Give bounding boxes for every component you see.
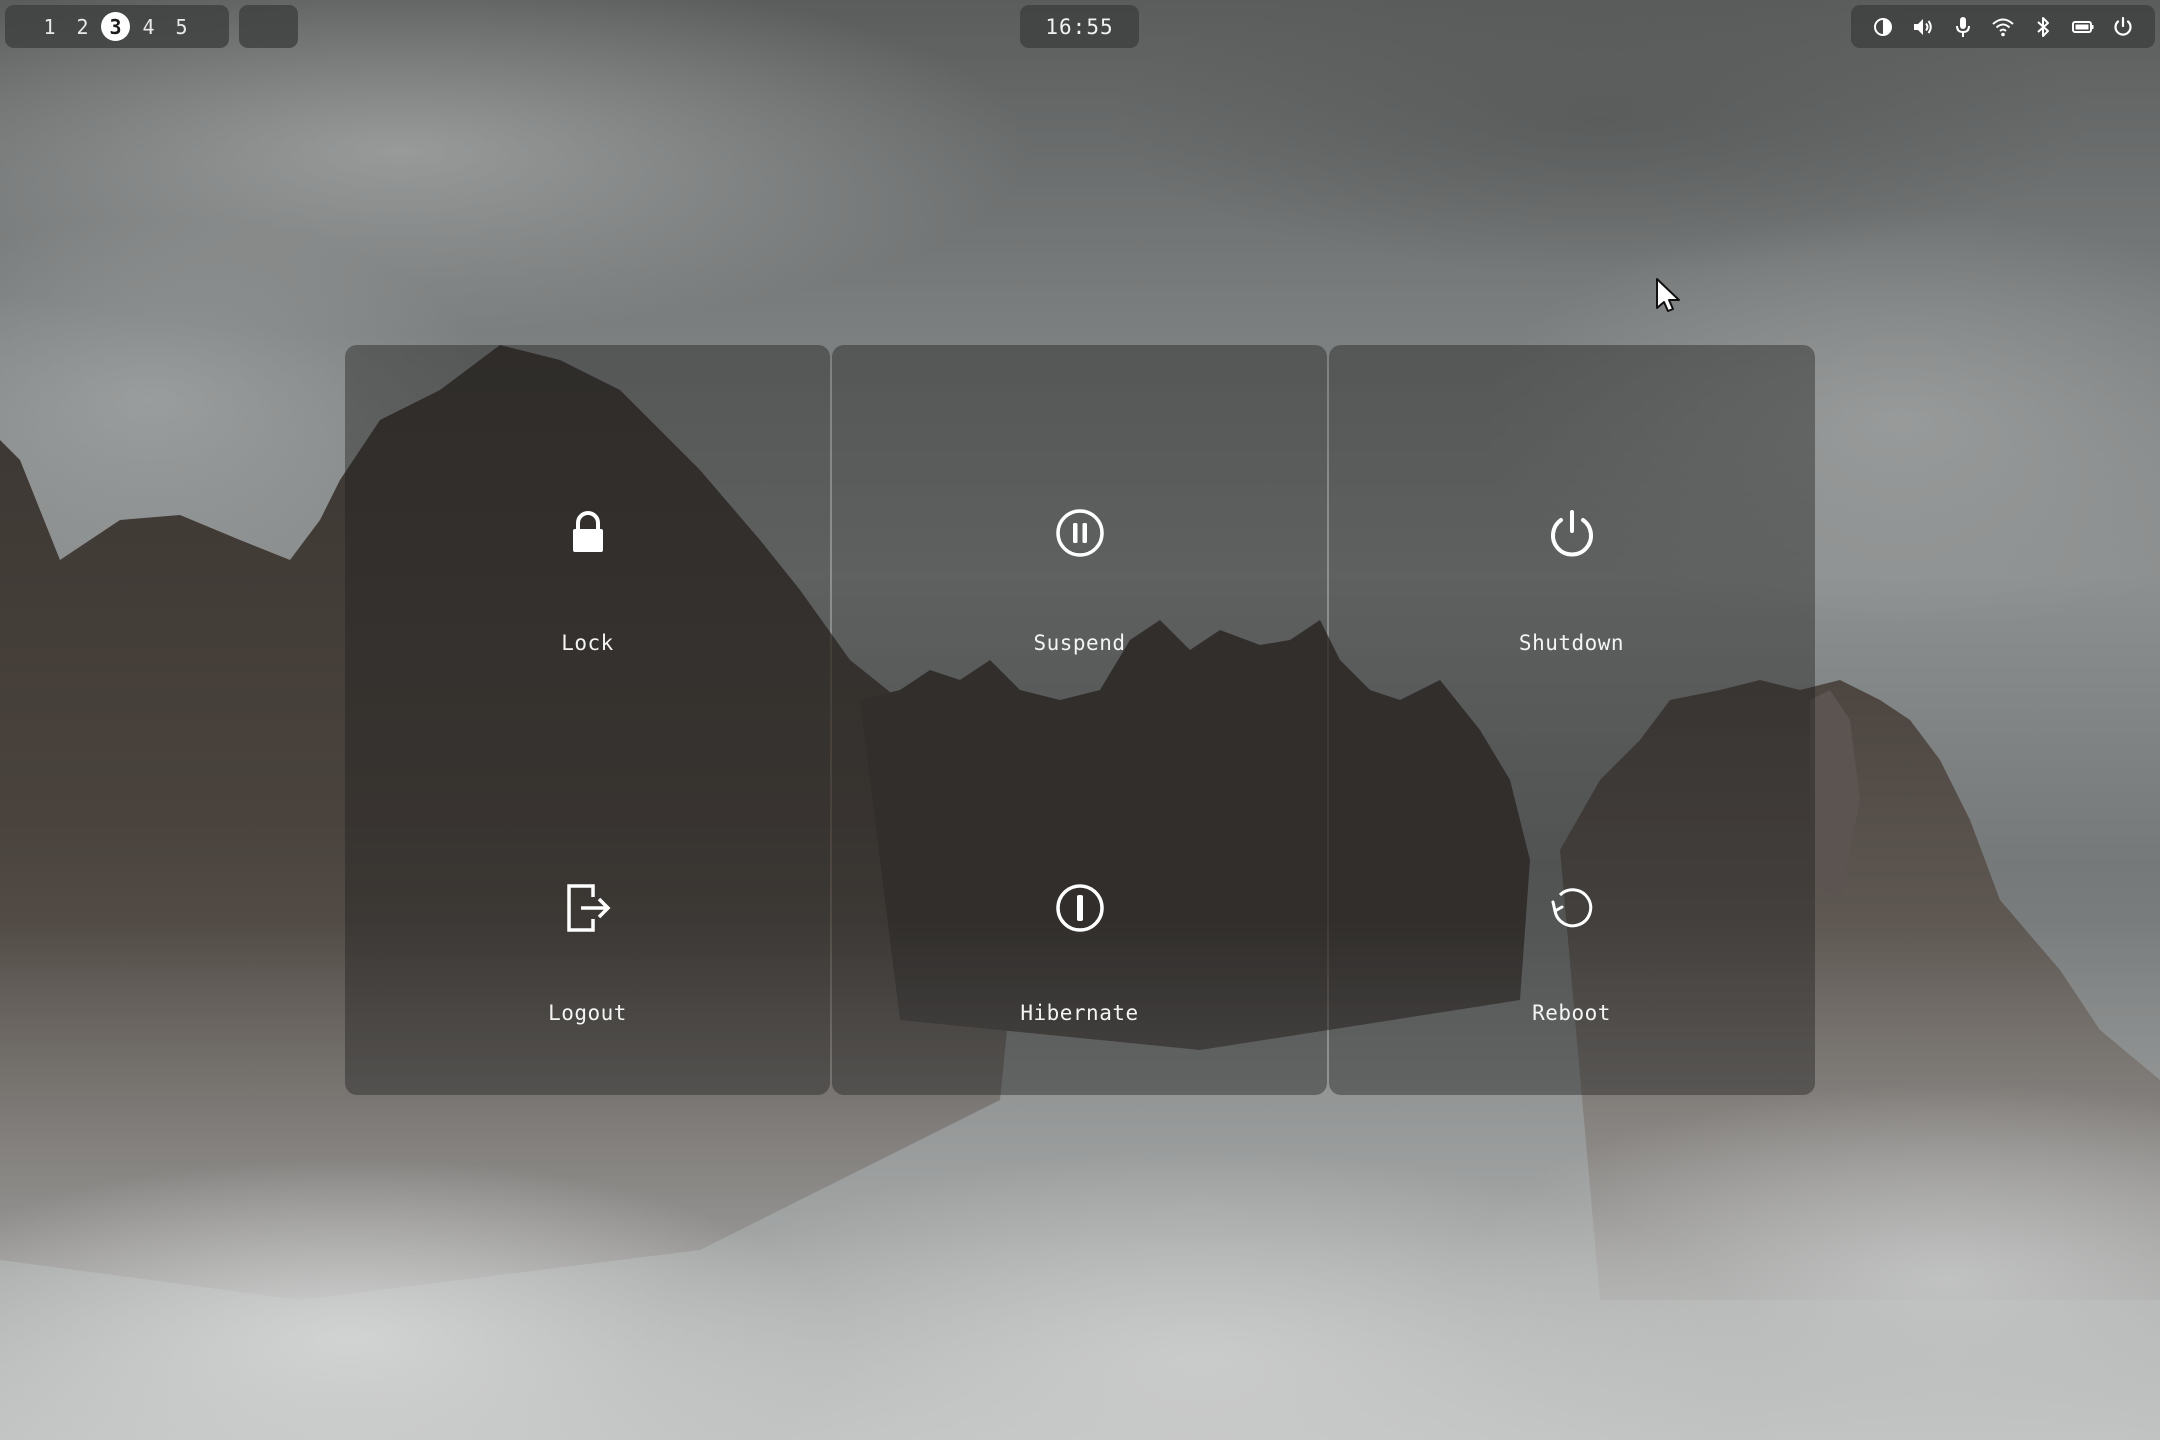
contrast-icon[interactable] xyxy=(1870,14,1896,40)
workspace-3-button[interactable]: 3 xyxy=(101,12,130,41)
hibernate-icon xyxy=(1052,880,1108,936)
power-icon[interactable] xyxy=(2110,14,2136,40)
workspace-switcher: 1 2 3 4 5 xyxy=(5,5,229,48)
clock[interactable]: 16:55 xyxy=(1020,5,1139,48)
system-tray xyxy=(1851,5,2155,48)
power-menu: Lock Suspend Shutdown Logout Hibernate R… xyxy=(345,345,1815,1095)
suspend-label: Suspend xyxy=(1033,631,1126,655)
microphone-icon[interactable] xyxy=(1950,14,1976,40)
workspace-1-button[interactable]: 1 xyxy=(35,12,64,41)
workspace-2-button[interactable]: 2 xyxy=(68,12,97,41)
lock-label: Lock xyxy=(561,631,614,655)
pause-circle-icon xyxy=(1052,505,1108,561)
hibernate-button[interactable]: Hibernate xyxy=(832,720,1327,1095)
reboot-button[interactable]: Reboot xyxy=(1329,720,1814,1095)
window-title-pill[interactable] xyxy=(239,5,298,48)
suspend-button[interactable]: Suspend xyxy=(832,345,1327,720)
workspace-5-button[interactable]: 5 xyxy=(167,12,196,41)
bluetooth-icon[interactable] xyxy=(2030,14,2056,40)
logout-icon xyxy=(560,880,616,936)
logout-button[interactable]: Logout xyxy=(345,720,830,1095)
reboot-icon xyxy=(1544,880,1600,936)
logout-label: Logout xyxy=(548,1001,627,1025)
lock-icon xyxy=(560,505,616,561)
reboot-label: Reboot xyxy=(1532,1001,1611,1025)
volume-icon[interactable] xyxy=(1910,14,1936,40)
wifi-icon[interactable] xyxy=(1990,14,2016,40)
hibernate-label: Hibernate xyxy=(1020,1001,1139,1025)
battery-icon[interactable] xyxy=(2070,14,2096,40)
mouse-cursor-icon xyxy=(1656,278,1680,312)
power-icon xyxy=(1544,505,1600,561)
shutdown-label: Shutdown xyxy=(1518,631,1625,655)
workspace-4-button[interactable]: 4 xyxy=(134,12,163,41)
shutdown-button[interactable]: Shutdown xyxy=(1329,345,1814,720)
lock-button[interactable]: Lock xyxy=(345,345,830,720)
